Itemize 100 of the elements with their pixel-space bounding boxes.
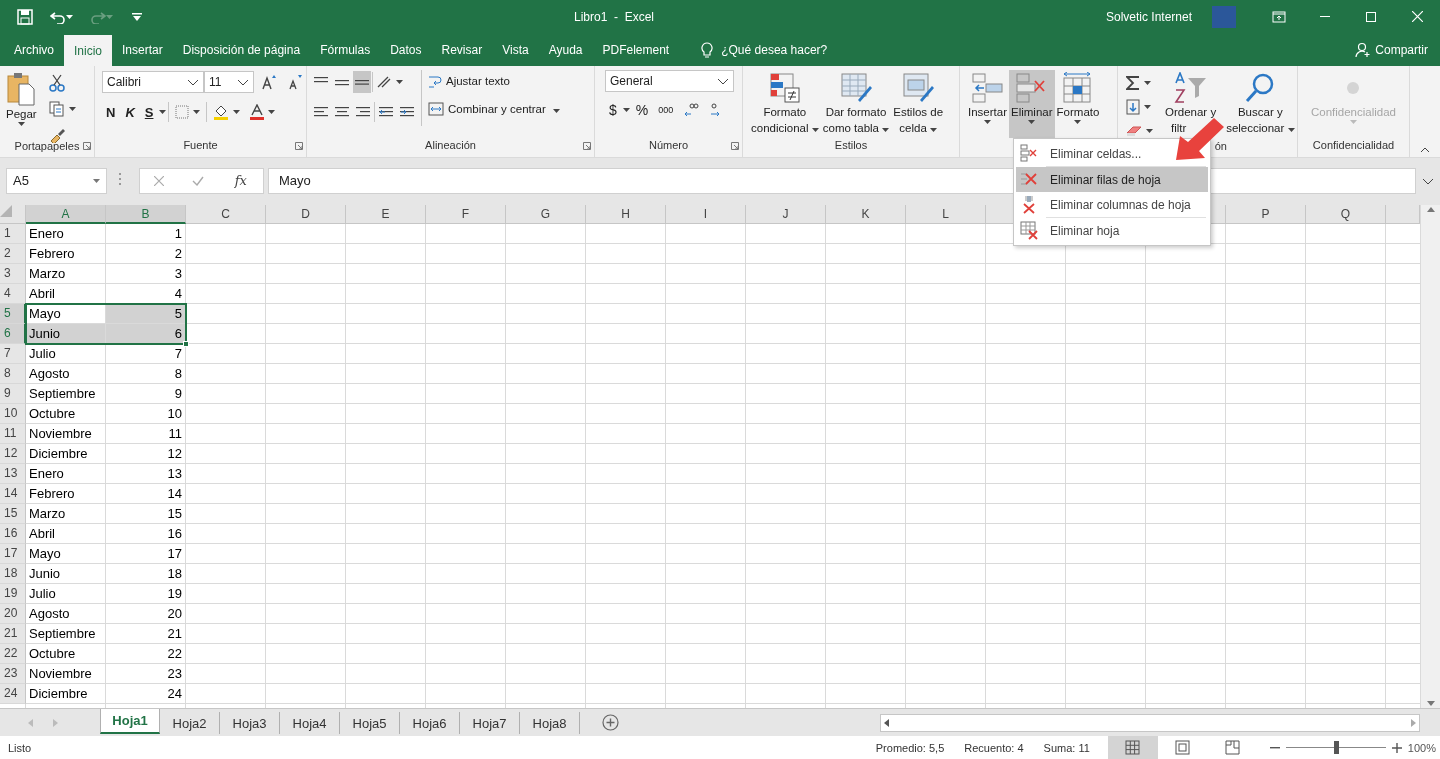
row-header[interactable]: 4 — [0, 284, 26, 304]
row-header[interactable]: 14 — [0, 484, 26, 504]
underline-button[interactable]: S — [140, 101, 158, 123]
column-header[interactable]: J — [746, 205, 826, 224]
styles-button[interactable]: Formato condicional — [749, 70, 821, 138]
horizontal-scrollbar[interactable] — [880, 714, 1420, 732]
cells-button[interactable]: Formato — [1054, 70, 1102, 138]
insert-function-button[interactable]: fx — [228, 172, 253, 189]
ribbon-tab[interactable]: Datos — [380, 33, 432, 66]
sheet-tab[interactable]: Hoja5 — [340, 712, 400, 734]
row-header[interactable]: 11 — [0, 424, 26, 444]
fill-handle[interactable] — [183, 341, 189, 347]
menu-item[interactable]: Eliminar celdas... — [1016, 141, 1208, 166]
column-header[interactable]: L — [906, 205, 986, 224]
row-header[interactable]: 9 — [0, 384, 26, 404]
cells-button[interactable]: Insertar — [966, 70, 1009, 138]
column-header[interactable]: D — [266, 205, 346, 224]
italic-button[interactable]: K — [121, 101, 139, 123]
ribbon-tab[interactable]: Insertar — [112, 33, 173, 66]
paste-button[interactable]: Pegar — [4, 70, 39, 138]
ribbon-tab[interactable]: Inicio — [64, 35, 113, 66]
row-header[interactable]: 18 — [0, 564, 26, 584]
ribbon-tab[interactable]: Vista — [492, 33, 539, 66]
row-header[interactable]: 16 — [0, 524, 26, 544]
sheet-tab[interactable]: Hoja4 — [280, 712, 340, 734]
sheet-tab[interactable]: Hoja1 — [100, 709, 160, 734]
styles-button[interactable]: Dar formato como tabla — [820, 70, 892, 138]
row-header[interactable]: 20 — [0, 604, 26, 624]
ribbon-tab[interactable]: Archivo — [4, 33, 64, 66]
table-cell-text: Abril — [28, 525, 56, 543]
column-header[interactable]: K — [826, 205, 906, 224]
menu-item[interactable]: Eliminar filas de hoja — [1016, 167, 1208, 192]
row-header[interactable]: 10 — [0, 404, 26, 424]
caret-icon — [65, 14, 73, 19]
vertical-scrollbar[interactable] — [1420, 205, 1440, 708]
share-button[interactable]: Compartir — [1349, 33, 1440, 66]
ribbon-tab[interactable]: PDFelement — [592, 33, 680, 66]
caret-icon — [396, 80, 403, 84]
name-box[interactable]: A5 — [6, 167, 107, 194]
sheet-tab[interactable]: Hoja8 — [520, 712, 580, 734]
row-header[interactable]: 8 — [0, 364, 26, 384]
zoom-level[interactable]: 100% — [1407, 741, 1436, 754]
thousands-button[interactable]: 000 — [654, 99, 678, 121]
column-header[interactable]: Q — [1306, 205, 1386, 224]
slider-thumb[interactable] — [1333, 741, 1339, 754]
row-header[interactable]: 17 — [0, 544, 26, 564]
column-header[interactable]: H — [586, 205, 666, 224]
find-select-button[interactable]: Buscar y seleccionar — [1224, 70, 1297, 138]
align-bottom-button[interactable] — [353, 71, 371, 93]
column-header[interactable]: E — [346, 205, 426, 224]
font-name-select[interactable]: Calibri — [102, 71, 204, 93]
row-header[interactable]: 6 — [0, 324, 26, 344]
cells-button[interactable]: Eliminar — [1009, 70, 1055, 138]
merge-center-button[interactable]: Combinar y centrar — [426, 98, 562, 120]
table-cell-text: 7 — [173, 345, 183, 363]
row-header[interactable]: 19 — [0, 584, 26, 604]
wrap-text-button[interactable]: Ajustar texto — [426, 70, 562, 92]
column-header[interactable]: I — [666, 205, 746, 224]
currency-button[interactable]: $ — [605, 99, 621, 121]
sheet-tab[interactable]: Hoja6 — [400, 712, 460, 734]
row-header[interactable]: 21 — [0, 624, 26, 644]
styles-button[interactable]: Estilos de celda — [891, 70, 946, 138]
column-header[interactable]: C — [186, 205, 266, 224]
ribbon-tab[interactable]: Ayuda — [538, 33, 593, 66]
caret-icon — [930, 128, 937, 132]
font-size-select[interactable]: 11 — [204, 71, 254, 93]
row-header[interactable]: 15 — [0, 504, 26, 524]
ribbon-tab[interactable]: Fórmulas — [310, 33, 381, 66]
ribbon-tab[interactable]: Disposición de página — [172, 33, 311, 66]
ribbon-tab[interactable]: Revisar — [431, 33, 493, 66]
menu-item[interactable]: Eliminar columnas de hoja — [1016, 192, 1208, 217]
table-cell-text: Junio — [28, 565, 62, 583]
group-label: Fuente — [182, 139, 219, 154]
row-header[interactable]: 12 — [0, 444, 26, 464]
caret-icon — [105, 14, 113, 19]
sort-filter-button[interactable]: Ordenar y filtr — [1163, 70, 1219, 138]
sheet-tab[interactable]: Hoja3 — [220, 712, 280, 734]
column-header[interactable]: P — [1226, 205, 1306, 224]
sheet-tab[interactable]: Hoja2 — [160, 712, 220, 734]
column-header[interactable]: B — [106, 205, 186, 224]
column-header[interactable]: A — [26, 205, 106, 224]
percent-button[interactable]: % — [631, 99, 653, 121]
row-header[interactable]: 7 — [0, 344, 26, 364]
table-cell-text: Febrero — [28, 245, 76, 263]
row-header[interactable]: 23 — [0, 664, 26, 684]
tell-me-field[interactable]: ¿Qué desea hacer? — [721, 42, 828, 57]
row-header[interactable]: 24 — [0, 684, 26, 704]
row-header[interactable]: 13 — [0, 464, 26, 484]
menu-item[interactable]: Eliminar hoja — [1016, 218, 1208, 243]
view-button[interactable] — [1107, 736, 1158, 759]
column-header[interactable]: G — [506, 205, 586, 224]
sheet-tab[interactable]: Hoja7 — [460, 712, 520, 734]
number-format-select[interactable]: General — [605, 70, 734, 92]
column-header[interactable]: F — [426, 205, 506, 224]
row-header[interactable]: 2 — [0, 244, 26, 264]
row-header[interactable]: 1 — [0, 224, 26, 244]
row-header[interactable]: 3 — [0, 264, 26, 284]
row-header[interactable]: 22 — [0, 644, 26, 664]
row-header[interactable]: 5 — [0, 304, 26, 324]
bold-button[interactable]: N — [102, 101, 120, 123]
